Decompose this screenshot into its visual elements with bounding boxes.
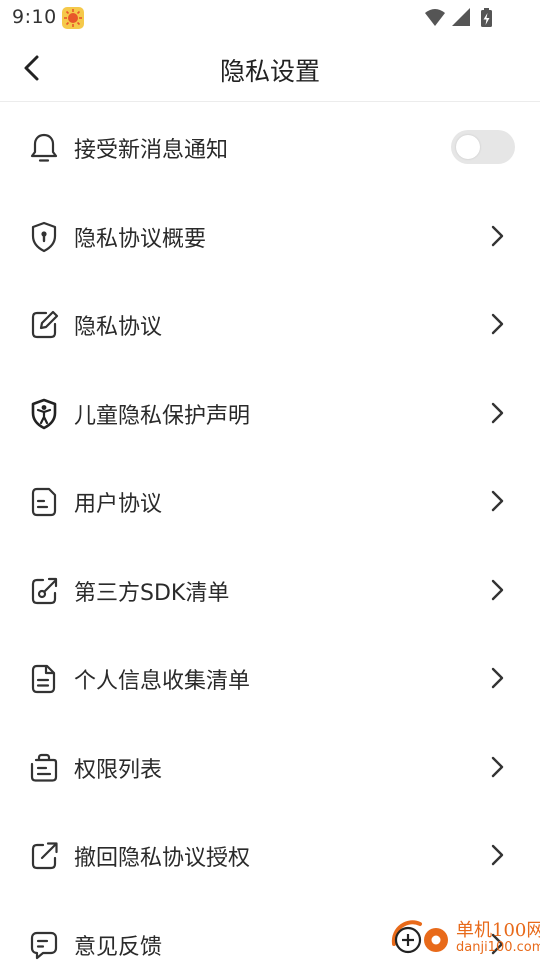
chevron-right-icon (491, 844, 504, 866)
watermark-text-en: danji100.com (456, 940, 540, 955)
setting-label: 用户协议 (74, 492, 163, 517)
status-icons (424, 7, 500, 29)
file-list-icon (31, 664, 56, 694)
setting-label: 个人信息收集清单 (74, 669, 251, 694)
setting-label: 意见反馈 (74, 934, 163, 960)
bag-list-icon (30, 753, 58, 782)
setting-row-child-privacy[interactable]: 儿童隐私保护声明 (0, 369, 540, 458)
setting-label: 撤回隐私协议授权 (74, 846, 251, 871)
chevron-right-icon (491, 756, 504, 777)
setting-label: 权限列表 (74, 757, 163, 783)
status-bar: 9:10 (0, 0, 540, 36)
setting-row-user-agreement[interactable]: 用户协议 (0, 457, 540, 546)
child-shield-icon (31, 398, 57, 429)
setting-row-privacy-policy[interactable]: 隐私协议 (0, 280, 540, 369)
watermark-logo-icon (391, 920, 448, 954)
shield-keyhole-icon (31, 221, 57, 252)
setting-row-notifications[interactable]: 接受新消息通知 (0, 103, 540, 192)
setting-row-revoke-authorization[interactable]: 撤回隐私协议授权 (0, 811, 540, 900)
revoke-arrow-icon (31, 842, 58, 870)
chevron-right-icon (491, 402, 504, 423)
watermark-text-cn: 单机100网 (456, 920, 540, 941)
header: 隐私设置 (0, 36, 540, 102)
chevron-right-icon (491, 313, 504, 335)
chevron-right-icon (491, 490, 504, 512)
signal-icon (452, 8, 470, 26)
setting-row-permissions-list[interactable]: 权限列表 (0, 723, 540, 812)
chat-feedback-icon (30, 931, 58, 959)
chevron-right-icon (491, 579, 504, 600)
notifications-toggle[interactable] (451, 130, 515, 164)
setting-row-third-party-sdk[interactable]: 第三方SDK清单 (0, 546, 540, 635)
watermark: 单机100网 danji100.com (390, 914, 540, 960)
setting-label: 儿童隐私保护声明 (74, 403, 251, 429)
page-title: 隐私设置 (219, 57, 320, 86)
document-icon (31, 487, 57, 517)
setting-label: 隐私协议 (74, 315, 163, 340)
toggle-knob (456, 135, 480, 159)
app-notification-icon (62, 7, 84, 29)
chevron-right-icon (491, 667, 504, 689)
settings-list: 接受新消息通知 隐私协议概要 隐私协议 儿童隐私保护声明 用户协议 第三方SDK… (0, 103, 540, 960)
chevron-right-icon (491, 225, 504, 246)
battery-charging-icon (481, 8, 492, 27)
setting-row-privacy-summary[interactable]: 隐私协议概要 (0, 192, 540, 281)
setting-label: 第三方SDK清单 (74, 580, 230, 606)
external-link-icon (31, 577, 58, 604)
setting-label: 隐私协议概要 (74, 226, 207, 252)
wifi-icon (425, 9, 445, 26)
setting-label: 接受新消息通知 (74, 138, 229, 163)
status-time: 9:10 (12, 6, 57, 28)
setting-row-personal-info-list[interactable]: 个人信息收集清单 (0, 634, 540, 723)
edit-note-icon (31, 310, 59, 339)
bell-icon (30, 133, 58, 162)
